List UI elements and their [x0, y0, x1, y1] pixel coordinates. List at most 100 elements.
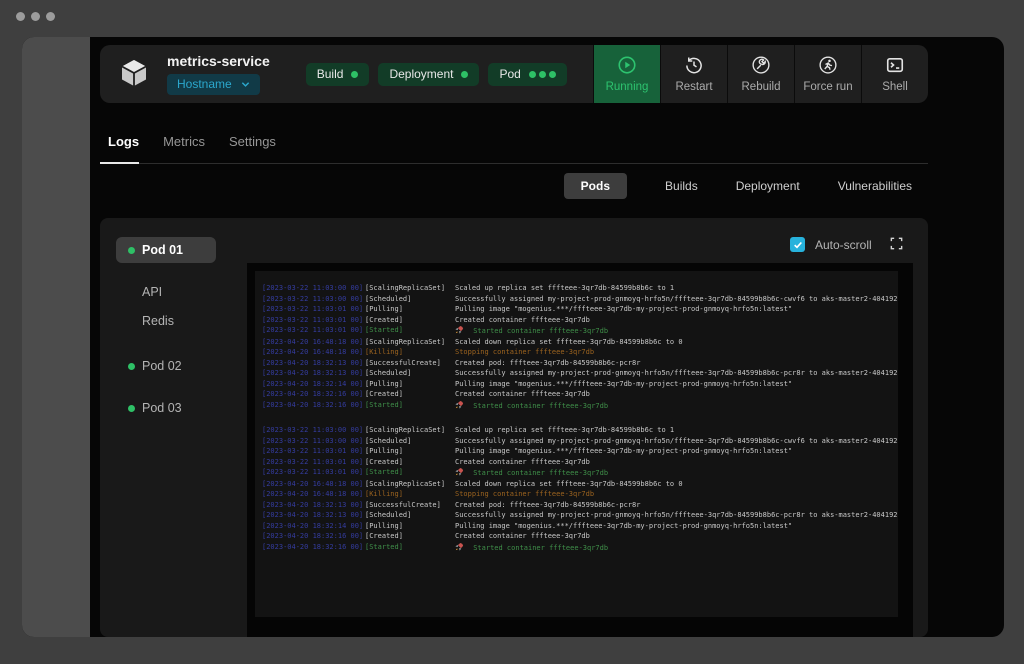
log-terminal: [2023-03-22 11:03:00 00][ScalingReplicaS… [247, 263, 913, 637]
restart-icon [684, 55, 704, 75]
window-controls[interactable] [16, 12, 55, 21]
sidebar-item-redis[interactable]: Redis [116, 308, 216, 334]
log-line: [2023-04-20 18:32:16 00][Started] Starte… [262, 400, 898, 412]
log-event-tag: [Started] [365, 467, 455, 479]
window-control-dot[interactable] [46, 12, 55, 21]
log-timestamp: [2023-03-22 11:03:00 00] [262, 283, 365, 294]
auto-scroll-toggle[interactable]: Auto-scroll [790, 237, 872, 252]
log-event-tag: [ScalingReplicaSet] [365, 425, 455, 436]
view-tab-vulnerabilities[interactable]: Vulnerabilities [838, 179, 912, 193]
sidebar-item-label: Pod 02 [142, 359, 182, 373]
force-run-icon [818, 55, 838, 75]
green-dot-icon [128, 247, 135, 254]
log-line: [2023-04-20 16:48:18 00][ScalingReplicaS… [262, 337, 898, 348]
log-event-tag: [Started] [365, 325, 455, 337]
log-timestamp: [2023-03-22 11:03:00 00] [262, 425, 365, 436]
dot-spacer [128, 289, 135, 296]
badge-label: Pod [499, 67, 520, 81]
sidebar-item-label: Redis [142, 314, 174, 328]
log-message: Created container fffteee-3qr7db [455, 315, 898, 326]
log-event-tag: [Pulling] [365, 304, 455, 315]
status-badge-deployment: Deployment [378, 63, 479, 86]
tab-logs[interactable]: Logs [100, 123, 139, 164]
rebuild-button[interactable]: Rebuild [727, 45, 794, 103]
log-event-tag: [Created] [365, 315, 455, 326]
log-message: Scaled down replica set fffteee-3qr7db-8… [455, 337, 898, 348]
log-timestamp: [2023-03-22 11:03:01 00] [262, 446, 365, 457]
log-line: [2023-03-22 11:03:01 00][Started] Starte… [262, 467, 898, 479]
action-label: Running [606, 81, 649, 93]
status-badges: BuildDeploymentPod [306, 63, 567, 86]
log-message: Started container fffteee-3qr7db [455, 325, 898, 337]
log-line: [2023-04-20 18:32:13 00][SuccessfulCreat… [262, 358, 898, 369]
restart-button[interactable]: Restart [660, 45, 727, 103]
log-message: Created pod: fffteee-3qr7db-84599b8b6c-p… [455, 500, 898, 511]
log-timestamp: [2023-03-22 11:03:01 00] [262, 315, 365, 326]
log-line: [2023-03-22 11:03:01 00][Created]Created… [262, 315, 898, 326]
log-event-tag: [Scheduled] [365, 436, 455, 447]
log-message: Pulling image "mogenius.***/fffteee-3qr7… [455, 379, 898, 390]
window-control-dot[interactable] [16, 12, 25, 21]
sidebar-item-pod-02[interactable]: Pod 02 [116, 353, 216, 379]
log-timestamp: [2023-04-20 18:32:14 00] [262, 379, 365, 390]
log-message: Pulling image "mogenius.***/fffteee-3qr7… [455, 304, 898, 315]
app-window: metrics-service Hostname BuildDeployment… [22, 37, 1004, 637]
tab-metrics[interactable]: Metrics [163, 123, 205, 163]
green-dot-icon [128, 405, 135, 412]
log-message: Pulling image "mogenius.***/fffteee-3qr7… [455, 521, 898, 532]
log-event-tag: [Pulling] [365, 446, 455, 457]
service-header: metrics-service Hostname BuildDeployment… [100, 45, 928, 103]
auto-scroll-checkbox[interactable] [790, 237, 805, 252]
pod-sidebar: Pod 01 API Redis Pod 02 Pod 03 [116, 218, 216, 421]
log-event-tag: [Killing] [365, 347, 455, 358]
log-timestamp: [2023-03-22 11:03:01 00] [262, 325, 365, 337]
log-message: Created container fffteee-3qr7db [455, 389, 898, 400]
log-message: Successfully assigned my-project-prod-gn… [455, 368, 898, 379]
log-message: Scaled down replica set fffteee-3qr7db-8… [455, 479, 898, 490]
log-line: [2023-04-20 18:32:13 00][Scheduled]Succe… [262, 510, 898, 521]
log-line: [2023-04-20 18:32:14 00][Pulling]Pulling… [262, 521, 898, 532]
log-timestamp: [2023-04-20 16:48:18 00] [262, 489, 365, 500]
log-line: [2023-04-20 18:32:13 00][SuccessfulCreat… [262, 500, 898, 511]
log-line: [2023-04-20 18:32:16 00][Created]Created… [262, 531, 898, 542]
dot-spacer [128, 318, 135, 325]
log-event-tag: [Scheduled] [365, 510, 455, 521]
force-run-button[interactable]: Force run [794, 45, 861, 103]
view-tab-builds[interactable]: Builds [665, 179, 698, 193]
view-tab-deployment[interactable]: Deployment [736, 179, 800, 193]
badge-dots [351, 71, 358, 78]
sidebar-item-api[interactable]: API [116, 279, 216, 305]
chevron-down-icon [241, 81, 250, 88]
action-label: Force run [803, 81, 852, 93]
log-timestamp: [2023-04-20 18:32:13 00] [262, 500, 365, 511]
action-label: Shell [882, 81, 908, 93]
log-message: Created container fffteee-3qr7db [455, 531, 898, 542]
log-output[interactable]: [2023-03-22 11:03:00 00][ScalingReplicaS… [255, 271, 898, 617]
green-dot-icon [529, 71, 536, 78]
running-button[interactable]: Running [593, 45, 660, 103]
green-dot-icon [539, 71, 546, 78]
log-timestamp: [2023-03-22 11:03:01 00] [262, 457, 365, 468]
auto-scroll-label: Auto-scroll [815, 238, 872, 252]
log-line: [2023-03-22 11:03:01 00][Pulling]Pulling… [262, 304, 898, 315]
log-event-tag: [SuccessfulCreate] [365, 358, 455, 369]
shell-button[interactable]: Shell [861, 45, 928, 103]
sidebar-item-pod-03[interactable]: Pod 03 [116, 395, 216, 421]
tab-settings[interactable]: Settings [229, 123, 276, 163]
package-cube-icon [116, 56, 152, 92]
log-message: Scaled up replica set fffteee-3qr7db-845… [455, 425, 898, 436]
pods-panel: Pod 01 API Redis Pod 02 Pod 03 Auto-scroll [… [100, 218, 928, 637]
log-timestamp: [2023-04-20 18:32:16 00] [262, 400, 365, 412]
log-line: [2023-04-20 18:32:16 00][Created]Created… [262, 389, 898, 400]
sidebar-item-label: API [142, 285, 162, 299]
view-tab-pods[interactable]: Pods [564, 173, 627, 199]
checkmark-icon [793, 240, 803, 250]
log-line: [2023-03-22 11:03:00 00][ScalingReplicaS… [262, 425, 898, 436]
log-message: Started container fffteee-3qr7db [455, 467, 898, 479]
fullscreen-icon[interactable] [889, 236, 904, 251]
log-timestamp: [2023-03-22 11:03:01 00] [262, 467, 365, 479]
sidebar-item-pod-01[interactable]: Pod 01 [116, 237, 216, 263]
window-control-dot[interactable] [31, 12, 40, 21]
action-label: Rebuild [742, 81, 781, 93]
hostname-dropdown[interactable]: Hostname [167, 74, 260, 95]
